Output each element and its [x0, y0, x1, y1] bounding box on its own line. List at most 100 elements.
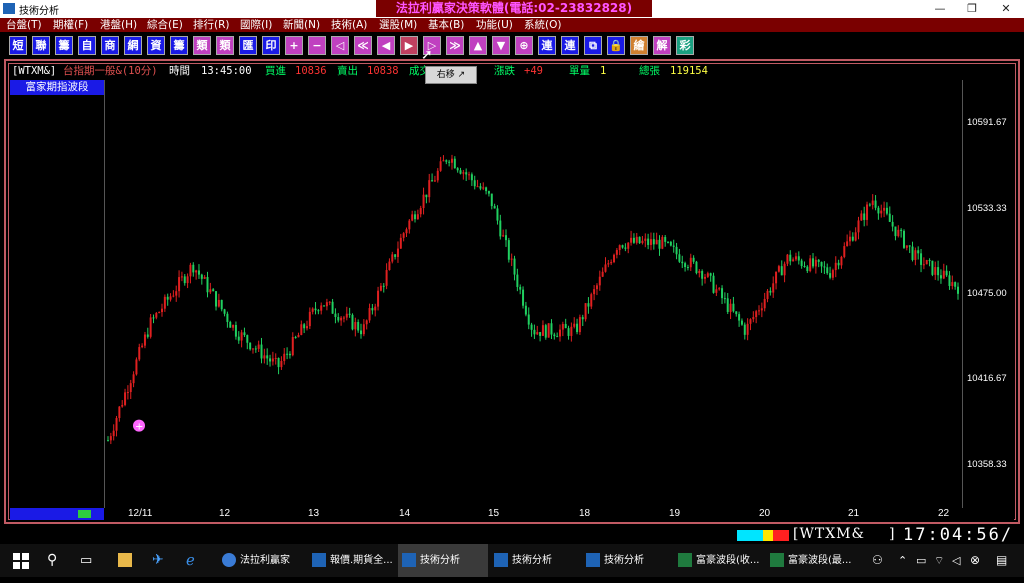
- candle-body: [721, 288, 724, 299]
- candle-body: [541, 325, 544, 336]
- candle-body: [172, 295, 175, 297]
- candle-body: [453, 158, 456, 169]
- candle-body: [686, 267, 689, 269]
- candle-body: [536, 332, 539, 335]
- candle-body: [405, 229, 408, 234]
- candle-body: [197, 270, 200, 275]
- status-bracket: ]: [889, 526, 896, 542]
- candle-body: [132, 374, 135, 384]
- candle-body: [504, 235, 507, 241]
- candle-body: [527, 314, 530, 325]
- candle-body: [667, 241, 670, 243]
- candle-body: [942, 270, 945, 279]
- people-icon[interactable]: ⚇: [872, 544, 886, 577]
- file-explorer-icon[interactable]: [118, 544, 136, 577]
- candle-body: [715, 289, 718, 293]
- scrollbar-thumb[interactable]: [78, 510, 91, 518]
- candle-body: [726, 298, 729, 312]
- candle-body: [155, 312, 158, 318]
- candle-body: [783, 263, 786, 276]
- candle-body: [166, 296, 169, 300]
- candle-body: [681, 261, 684, 264]
- candle-body: [215, 291, 218, 307]
- notification-icon[interactable]: ▤: [996, 544, 1012, 577]
- taskbar-app-label: 富豪波段(最...: [788, 555, 852, 566]
- candle-body: [772, 283, 775, 293]
- chart-app-icon: [586, 553, 600, 567]
- candle-body: [718, 288, 721, 290]
- candle-body: [371, 308, 374, 311]
- candle-body: [641, 240, 644, 244]
- candle-body: [664, 237, 667, 242]
- candle-body: [573, 323, 576, 327]
- taskbar-app-excel-1[interactable]: 富豪波段(收...: [674, 544, 764, 577]
- candle-body: [590, 294, 593, 307]
- candle-body: [206, 277, 209, 293]
- candle-body: [866, 204, 869, 220]
- chart-app-icon: [312, 553, 326, 567]
- candle-body: [632, 237, 635, 243]
- status-symbol: [WTXM&: [793, 526, 865, 542]
- candle-body: [888, 213, 891, 222]
- x-tick-label: 19: [669, 508, 681, 519]
- task-view-icon[interactable]: ▭: [80, 544, 100, 577]
- candle-body: [920, 253, 923, 265]
- taskbar-app-tech-1[interactable]: 技術分析: [398, 544, 488, 577]
- candle-body: [428, 180, 431, 198]
- search-icon[interactable]: ⚲: [47, 544, 65, 577]
- x-tick-label: 13: [308, 508, 320, 519]
- candle-body: [763, 298, 766, 309]
- candle-body: [957, 286, 959, 294]
- start-button[interactable]: [10, 544, 32, 577]
- candle-body: [126, 392, 129, 394]
- taskbar-app-quotes[interactable]: 報價.期貨全...: [308, 544, 398, 577]
- candle-body: [658, 239, 661, 249]
- candle-body: [138, 347, 141, 360]
- status-error-icon[interactable]: ⊗: [970, 544, 984, 577]
- taskbar-app-ferrari[interactable]: 法拉利贏家: [218, 544, 308, 577]
- candle-body: [814, 259, 817, 267]
- candle-body: [178, 277, 181, 292]
- candle-body: [780, 266, 783, 276]
- candle-body: [758, 310, 761, 312]
- candle-body: [584, 303, 587, 320]
- volume-icon[interactable]: ◁: [952, 544, 966, 577]
- candle-body: [587, 303, 590, 307]
- candle-body: [280, 361, 283, 368]
- candle-body: [897, 229, 900, 237]
- candle-body: [468, 174, 471, 176]
- candle-body: [809, 258, 812, 272]
- taskbar-app-excel-2[interactable]: 富豪波段(最...: [766, 544, 856, 577]
- candle-body: [539, 332, 542, 336]
- candle-body: [365, 320, 368, 325]
- candle-body: [831, 270, 834, 278]
- app-pinned-icon[interactable]: ✈: [152, 544, 172, 577]
- candle-body: [777, 266, 780, 272]
- candle-body: [433, 180, 436, 182]
- candle-body: [769, 290, 772, 293]
- internet-explorer-icon[interactable]: ℯ: [186, 544, 206, 577]
- candle-body: [450, 158, 453, 163]
- candle-body: [360, 330, 363, 335]
- network-icon[interactable]: ⌔: [934, 544, 948, 577]
- candle-body: [755, 311, 758, 318]
- tray-chevron-up-icon[interactable]: ⌃: [898, 544, 912, 577]
- candle-body: [158, 312, 161, 314]
- candle-body: [530, 324, 533, 330]
- candle-body: [243, 332, 246, 336]
- candle-body: [226, 313, 229, 322]
- candle-body: [655, 239, 658, 245]
- taskbar-app-tech-2[interactable]: 技術分析: [490, 544, 580, 577]
- battery-icon[interactable]: ▭: [916, 544, 930, 577]
- taskbar-app-tech-3[interactable]: 技術分析: [582, 544, 672, 577]
- candle-body: [789, 254, 792, 262]
- candle-body: [948, 275, 951, 286]
- candle-body: [135, 359, 138, 375]
- mouse-cursor-icon: ➚: [421, 47, 433, 63]
- candle-body: [604, 264, 607, 272]
- candle-body: [570, 326, 573, 336]
- candle-body: [496, 208, 499, 221]
- candle-body: [246, 335, 249, 343]
- candle-body: [706, 273, 709, 277]
- candlestick-chart[interactable]: +: [0, 0, 1024, 577]
